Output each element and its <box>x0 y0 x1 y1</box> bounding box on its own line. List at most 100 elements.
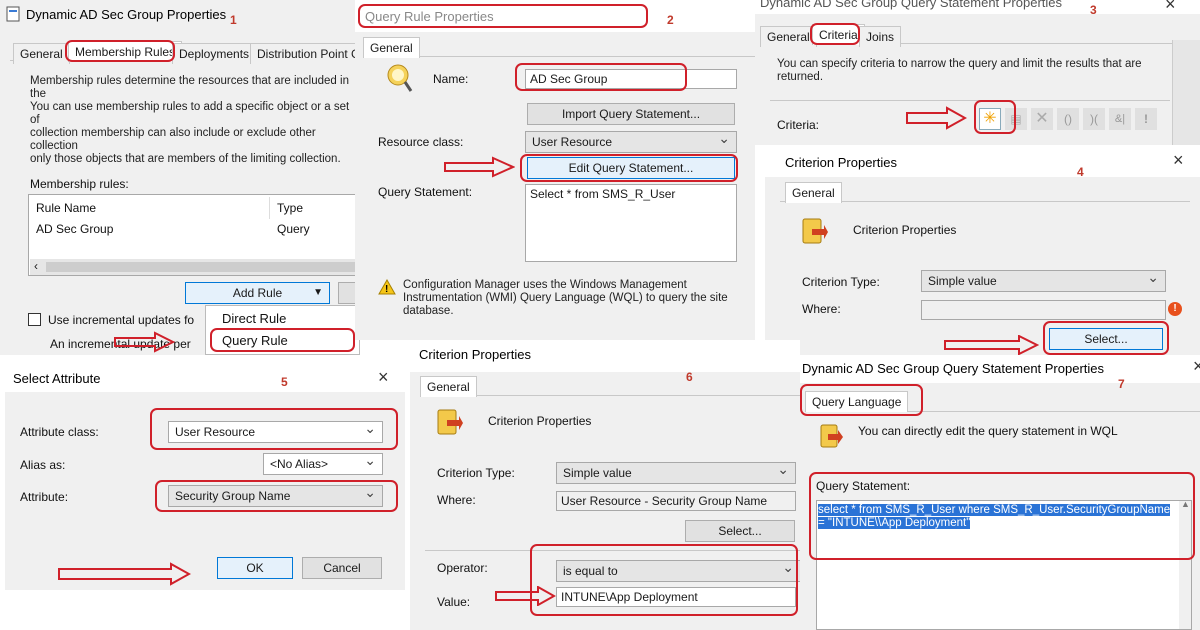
tab-criteria[interactable]: Criteria <box>812 24 865 45</box>
where-field[interactable] <box>921 300 1166 320</box>
query-line: select * from SMS_R_User where SMS_R_Use… <box>818 504 1171 516</box>
and-or-icon[interactable]: &| <box>1109 108 1131 130</box>
step-number: 3 <box>1090 3 1097 17</box>
ungroup-icon[interactable]: )( <box>1083 108 1105 130</box>
incremental-label: Use incremental updates fo <box>48 313 195 327</box>
attribute-label: Attribute: <box>20 490 69 504</box>
not-icon[interactable]: ! <box>1135 108 1157 130</box>
menu-item-query-rule[interactable]: Query Rule <box>222 333 288 348</box>
table-row[interactable]: AD Sec Group Query <box>31 219 360 239</box>
criterion-type-select[interactable]: Simple value <box>921 269 1166 292</box>
annotation-arrow <box>906 106 967 130</box>
horizontal-scrollbar[interactable]: ‹ <box>30 259 360 275</box>
close-icon[interactable]: × <box>1173 150 1184 171</box>
criterion-properties-value-dialog: Criterion Properties 6 General Criterion… <box>410 340 800 630</box>
criterion-icon <box>435 408 463 439</box>
annotation-arrow <box>495 586 556 606</box>
tab-deployments[interactable]: Deployments <box>172 43 257 64</box>
resource-class-label: Resource class: <box>378 135 464 149</box>
tab-general[interactable]: General <box>13 43 70 64</box>
scroll-up-icon[interactable]: ▲ <box>1181 499 1190 509</box>
dropdown-arrow-icon: ▼ <box>313 287 323 298</box>
criterion-type-label: Criterion Type: <box>802 275 880 289</box>
criterion-type-select[interactable]: Simple value <box>556 461 796 484</box>
edit-query-statement-button[interactable]: Edit Query Statement... <box>527 157 735 179</box>
criterion-heading: Criterion Properties <box>853 223 957 237</box>
dialog-title: Criterion Properties <box>785 155 897 170</box>
query-statement-criteria-dialog: Dynamic AD Sec Group Query Statement Pro… <box>755 0 1200 145</box>
close-icon[interactable]: × <box>1193 356 1200 377</box>
alias-select[interactable]: <No Alias> <box>263 452 383 475</box>
select-attribute-dialog: Select Attribute 5 × Attribute class: Us… <box>5 360 405 590</box>
vertical-scrollbar[interactable]: ▲ <box>1179 499 1191 629</box>
dialog-title: Dynamic AD Sec Group Properties <box>26 7 227 22</box>
criteria-label: Criteria: <box>777 118 820 132</box>
close-icon[interactable]: × <box>378 367 389 388</box>
attribute-select[interactable]: Security Group Name <box>168 484 383 507</box>
dialog-title: Query Rule Properties <box>365 9 494 24</box>
tab-general[interactable]: General <box>420 376 477 397</box>
resource-class-select[interactable]: User Resource <box>525 130 737 153</box>
query-rule-icon <box>385 63 413 93</box>
tab-membership-rules[interactable]: Membership Rules <box>68 41 183 62</box>
membership-rules-label: Membership rules: <box>30 177 129 191</box>
rules-list[interactable]: Rule Name Type AD Sec Group Query ‹ <box>28 194 360 276</box>
new-criterion-icon[interactable]: ✳ <box>979 108 1001 130</box>
query-statement-label: Query Statement: <box>816 479 911 493</box>
tab-general[interactable]: General <box>760 26 817 47</box>
column-header-type[interactable]: Type <box>277 201 303 215</box>
group-icon[interactable]: () <box>1057 108 1079 130</box>
scroll-left-icon[interactable]: ‹ <box>34 259 38 273</box>
attribute-class-select[interactable]: User Resource <box>168 420 383 443</box>
query-line: = "INTUNE\\App Deployment" <box>818 517 971 529</box>
tab-query-language[interactable]: Query Language <box>805 391 909 412</box>
dialog-title: Dynamic AD Sec Group Query Statement Pro… <box>802 361 1105 376</box>
tab-joins[interactable]: Joins <box>859 26 902 47</box>
properties-icon[interactable]: ▤ <box>1005 108 1027 130</box>
step-number: 6 <box>686 370 693 384</box>
column-header-rule-name[interactable]: Rule Name <box>36 201 96 215</box>
criterion-type-label: Criterion Type: <box>437 466 515 480</box>
name-field[interactable]: AD Sec Group <box>525 69 737 89</box>
add-rule-button[interactable]: Add Rule ▼ <box>185 282 330 304</box>
incremental-checkbox[interactable] <box>28 313 41 326</box>
warning-icon: ! <box>378 278 396 298</box>
annotation-arrow <box>944 335 1039 355</box>
dialog-title: Select Attribute <box>13 371 101 386</box>
svg-text:!: ! <box>385 284 388 295</box>
query-statement-field[interactable]: Select * from SMS_R_User <box>525 184 737 262</box>
rule-type-cell: Query <box>277 222 310 236</box>
where-label: Where: <box>802 302 841 316</box>
dialog-title: Dynamic AD Sec Group Query Statement Pro… <box>760 0 1063 10</box>
ok-button[interactable]: OK <box>217 557 293 579</box>
criteria-description: You can specify criteria to narrow the q… <box>777 58 1142 83</box>
where-field[interactable]: User Resource - Security Group Name <box>556 491 796 511</box>
select-button[interactable]: Select... <box>685 520 795 542</box>
select-button[interactable]: Select... <box>1049 328 1163 350</box>
value-label: Value: <box>437 595 471 609</box>
cancel-button[interactable]: Cancel <box>302 557 382 579</box>
wmi-warning-text: Configuration Manager uses the Windows M… <box>403 279 728 317</box>
error-icon: ! <box>1168 302 1182 316</box>
value-field[interactable]: INTUNE\App Deployment <box>556 587 796 607</box>
menu-item-direct-rule[interactable]: Direct Rule <box>222 311 286 326</box>
name-label: Name: <box>433 72 469 86</box>
step-number: 5 <box>281 375 288 389</box>
add-rule-menu: Direct Rule Query Rule <box>205 305 360 355</box>
step-number: 2 <box>667 13 674 27</box>
tab-distribution-point[interactable]: Distribution Point Grc <box>250 43 360 64</box>
operator-select[interactable]: is equal to <box>556 559 800 582</box>
query-rule-properties-dialog: Query Rule Properties 2 General Name: AD… <box>355 0 755 340</box>
tab-general[interactable]: General <box>785 182 842 203</box>
query-statement-editor[interactable]: select * from SMS_R_User where SMS_R_Use… <box>816 499 1192 630</box>
dialog-title: Criterion Properties <box>419 347 531 362</box>
delete-icon[interactable]: ✕ <box>1031 108 1053 130</box>
alias-label: Alias as: <box>20 458 66 472</box>
close-icon[interactable]: × <box>1165 0 1176 15</box>
import-query-button[interactable]: Import Query Statement... <box>527 103 735 125</box>
membership-rules-dialog: Dynamic AD Sec Group Properties 1 Genera… <box>0 0 360 355</box>
query-statement-label: Query Statement: <box>378 185 473 199</box>
rules-description: Membership rules determine the resources… <box>30 75 350 165</box>
where-label: Where: <box>437 493 476 507</box>
tab-general[interactable]: General <box>363 37 420 58</box>
